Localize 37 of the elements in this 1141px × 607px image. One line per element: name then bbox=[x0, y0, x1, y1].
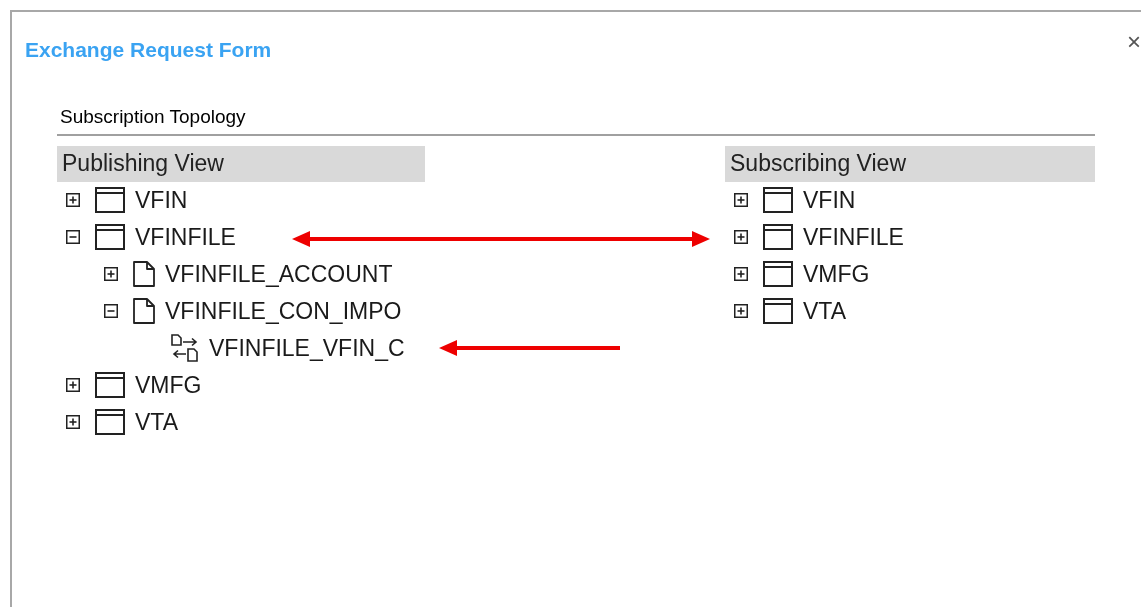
tree-item[interactable]: VFINFILE_CON_IMPO bbox=[165, 299, 402, 323]
expand-icon[interactable] bbox=[734, 267, 748, 281]
table-icon bbox=[95, 224, 125, 250]
table-icon bbox=[95, 187, 125, 213]
dialog-title: Exchange Request Form bbox=[25, 37, 272, 63]
expand-icon[interactable] bbox=[734, 304, 748, 318]
table-icon bbox=[763, 187, 793, 213]
document-icon bbox=[133, 298, 155, 324]
document-icon bbox=[133, 261, 155, 287]
expand-icon[interactable] bbox=[104, 267, 118, 281]
section-heading: Subscription Topology bbox=[59, 105, 247, 128]
tree-item[interactable]: VTA bbox=[135, 410, 179, 434]
tree-item[interactable]: VFIN bbox=[803, 188, 856, 212]
table-icon bbox=[763, 298, 793, 324]
table-icon bbox=[763, 261, 793, 287]
tree-item[interactable]: VTA bbox=[803, 299, 847, 323]
tree-item[interactable]: VMFG bbox=[135, 373, 202, 397]
tree-item[interactable]: VFIN bbox=[135, 188, 188, 212]
expand-icon[interactable] bbox=[734, 230, 748, 244]
tree-item[interactable]: VFINFILE bbox=[135, 225, 236, 249]
expand-icon[interactable] bbox=[66, 193, 80, 207]
expand-icon[interactable] bbox=[66, 415, 80, 429]
panel-header: Subscribing View bbox=[725, 145, 1095, 182]
expand-icon[interactable] bbox=[734, 193, 748, 207]
tree-item[interactable]: VFINFILE bbox=[803, 225, 904, 249]
table-icon bbox=[95, 409, 125, 435]
tree-item[interactable]: VFINFILE_ACCOUNT bbox=[165, 262, 393, 286]
collapse-icon[interactable] bbox=[104, 304, 118, 318]
table-icon bbox=[95, 372, 125, 398]
tree-item[interactable]: VMFG bbox=[803, 262, 870, 286]
exchange-icon bbox=[171, 334, 199, 362]
tree-item[interactable]: VFINFILE_VFIN_C bbox=[209, 336, 405, 360]
close-button[interactable]: × bbox=[1127, 30, 1141, 54]
table-icon bbox=[763, 224, 793, 250]
collapse-icon[interactable] bbox=[66, 230, 80, 244]
panel-header: Publishing View bbox=[57, 145, 425, 182]
expand-icon[interactable] bbox=[66, 378, 80, 392]
